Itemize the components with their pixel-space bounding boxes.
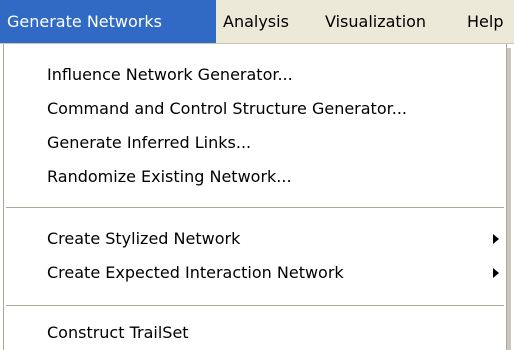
menu-generate-networks[interactable]: Generate Networks <box>0 0 216 43</box>
chevron-right-icon <box>493 268 499 278</box>
menu-bar: Generate Networks Analysis Visualization… <box>0 0 514 44</box>
dropdown-shadow <box>507 48 511 350</box>
randomize-existing-network-label: Randomize Existing Network... <box>47 167 292 186</box>
create-expected-interaction-network-item[interactable]: Create Expected Interaction Network <box>4 256 506 290</box>
create-stylized-network-label: Create Stylized Network <box>47 229 241 248</box>
create-stylized-network-item[interactable]: Create Stylized Network <box>4 222 506 256</box>
menu-visualization[interactable]: Visualization <box>318 0 460 43</box>
command-control-generator-item[interactable]: Command and Control Structure Generator.… <box>4 92 506 126</box>
randomize-existing-network-item[interactable]: Randomize Existing Network... <box>4 160 506 194</box>
create-expected-interaction-network-label: Create Expected Interaction Network <box>47 263 344 282</box>
chevron-right-icon <box>493 234 499 244</box>
menu-separator <box>6 207 504 208</box>
generate-inferred-links-label: Generate Inferred Links... <box>47 133 252 152</box>
generate-networks-dropdown: Influence Network Generator... Command a… <box>3 44 507 350</box>
construct-trailset-item[interactable]: Construct TrailSet <box>4 316 506 350</box>
construct-trailset-label: Construct TrailSet <box>47 323 189 342</box>
command-control-generator-label: Command and Control Structure Generator.… <box>47 99 407 118</box>
menu-analysis[interactable]: Analysis <box>216 0 318 43</box>
menu-separator <box>6 305 504 306</box>
generate-inferred-links-item[interactable]: Generate Inferred Links... <box>4 126 506 160</box>
influence-network-generator-item[interactable]: Influence Network Generator... <box>4 58 506 92</box>
influence-network-generator-label: Influence Network Generator... <box>47 65 293 84</box>
menu-help[interactable]: Help <box>460 0 514 43</box>
